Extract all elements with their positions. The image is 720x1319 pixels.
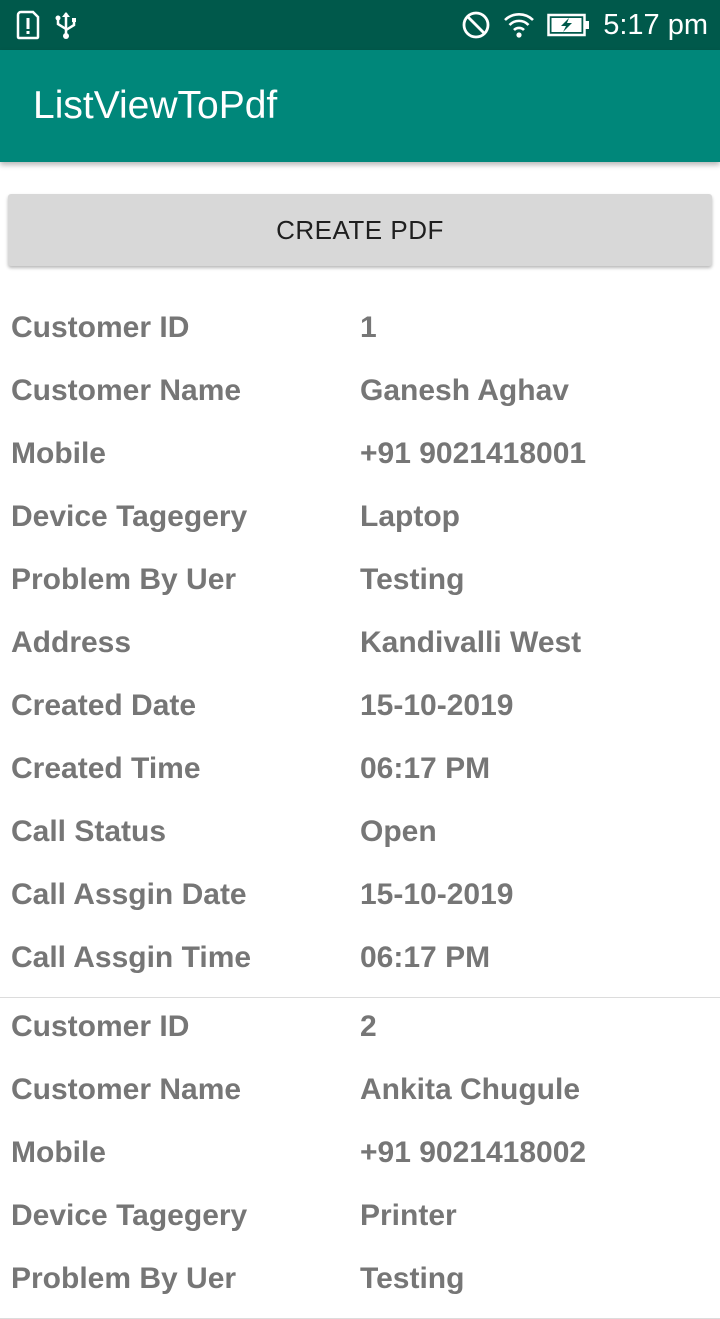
sim-alert-icon — [16, 10, 40, 40]
field-row: Call Assgin Time 06:17 PM — [0, 929, 720, 992]
create-pdf-button[interactable]: CREATE PDF — [8, 194, 712, 266]
status-bar: 5:17 pm — [0, 0, 720, 50]
app-bar: ListViewToPdf — [0, 50, 720, 162]
field-value: 15-10-2019 — [360, 689, 514, 722]
field-value: Testing — [360, 1262, 465, 1295]
field-row: Created Date 15-10-2019 — [0, 677, 720, 740]
field-value: 2 — [360, 1010, 377, 1043]
wifi-icon — [503, 11, 535, 39]
field-value: 1 — [360, 311, 377, 344]
field-row: Device Tagegery Printer — [0, 1187, 720, 1250]
field-label: Customer ID — [11, 311, 190, 344]
field-label: Address — [11, 626, 132, 659]
field-label: Device Tagegery — [11, 500, 248, 533]
field-value: Laptop — [360, 500, 460, 533]
status-time: 5:17 pm — [603, 8, 708, 41]
field-value: 06:17 PM — [360, 752, 491, 785]
field-row: Problem By Uer Testing — [0, 1250, 720, 1313]
field-label: Call Assgin Time — [11, 941, 252, 974]
field-row: Problem By Uer Testing — [0, 551, 720, 614]
field-label: Mobile — [11, 437, 106, 470]
field-value: Ankita Chugule — [360, 1073, 581, 1106]
field-row: Customer ID 2 — [0, 998, 720, 1061]
field-value: +91 9021418002 — [360, 1136, 587, 1169]
field-row: Call Status Open — [0, 803, 720, 866]
field-value: +91 9021418001 — [360, 437, 587, 470]
field-row: Mobile +91 9021418002 — [0, 1124, 720, 1187]
usb-icon — [54, 10, 78, 40]
field-row: Mobile +91 9021418001 — [0, 425, 720, 488]
field-value: 06:17 PM — [360, 941, 491, 974]
field-row: Call Assgin Date 15-10-2019 — [0, 866, 720, 929]
field-row: Customer Name Ganesh Aghav — [0, 362, 720, 425]
field-label: Problem By Uer — [11, 563, 237, 596]
field-value: Open — [360, 815, 437, 848]
list-item[interactable]: Customer ID 1 Customer Name Ganesh Aghav Mob… — [0, 299, 720, 998]
field-value: Printer — [360, 1199, 457, 1232]
field-row: Device Tagegery Laptop — [0, 488, 720, 551]
field-label: Customer Name — [11, 1073, 242, 1106]
app-title: ListViewToPdf — [33, 84, 278, 127]
field-label: Problem By Uer — [11, 1262, 237, 1295]
do-not-disturb-icon — [461, 10, 491, 40]
field-label: Mobile — [11, 1136, 106, 1169]
status-right-icons: 5:17 pm — [461, 8, 708, 42]
field-label: Created Date — [11, 689, 197, 722]
field-label: Created Time — [11, 752, 201, 785]
field-value: 15-10-2019 — [360, 878, 514, 911]
field-value: Testing — [360, 563, 465, 596]
status-left-icons — [16, 8, 78, 42]
battery-charging-icon — [547, 13, 591, 37]
field-row: Created Time 06:17 PM — [0, 740, 720, 803]
field-value: Kandivalli West — [360, 626, 582, 659]
field-row: Address Kandivalli West — [0, 614, 720, 677]
field-row: Customer Name Ankita Chugule — [0, 1061, 720, 1124]
field-label: Call Assgin Date — [11, 878, 247, 911]
field-label: Device Tagegery — [11, 1199, 248, 1232]
customer-list[interactable]: Customer ID 1 Customer Name Ganesh Aghav Mob… — [0, 299, 720, 1319]
field-label: Customer ID — [11, 1010, 190, 1043]
field-label: Customer Name — [11, 374, 242, 407]
field-row: Customer ID 1 — [0, 299, 720, 362]
list-item[interactable]: Customer ID 2 Customer Name Ankita Chugule M… — [0, 998, 720, 1319]
field-label: Call Status — [11, 815, 167, 848]
field-value: Ganesh Aghav — [360, 374, 569, 407]
